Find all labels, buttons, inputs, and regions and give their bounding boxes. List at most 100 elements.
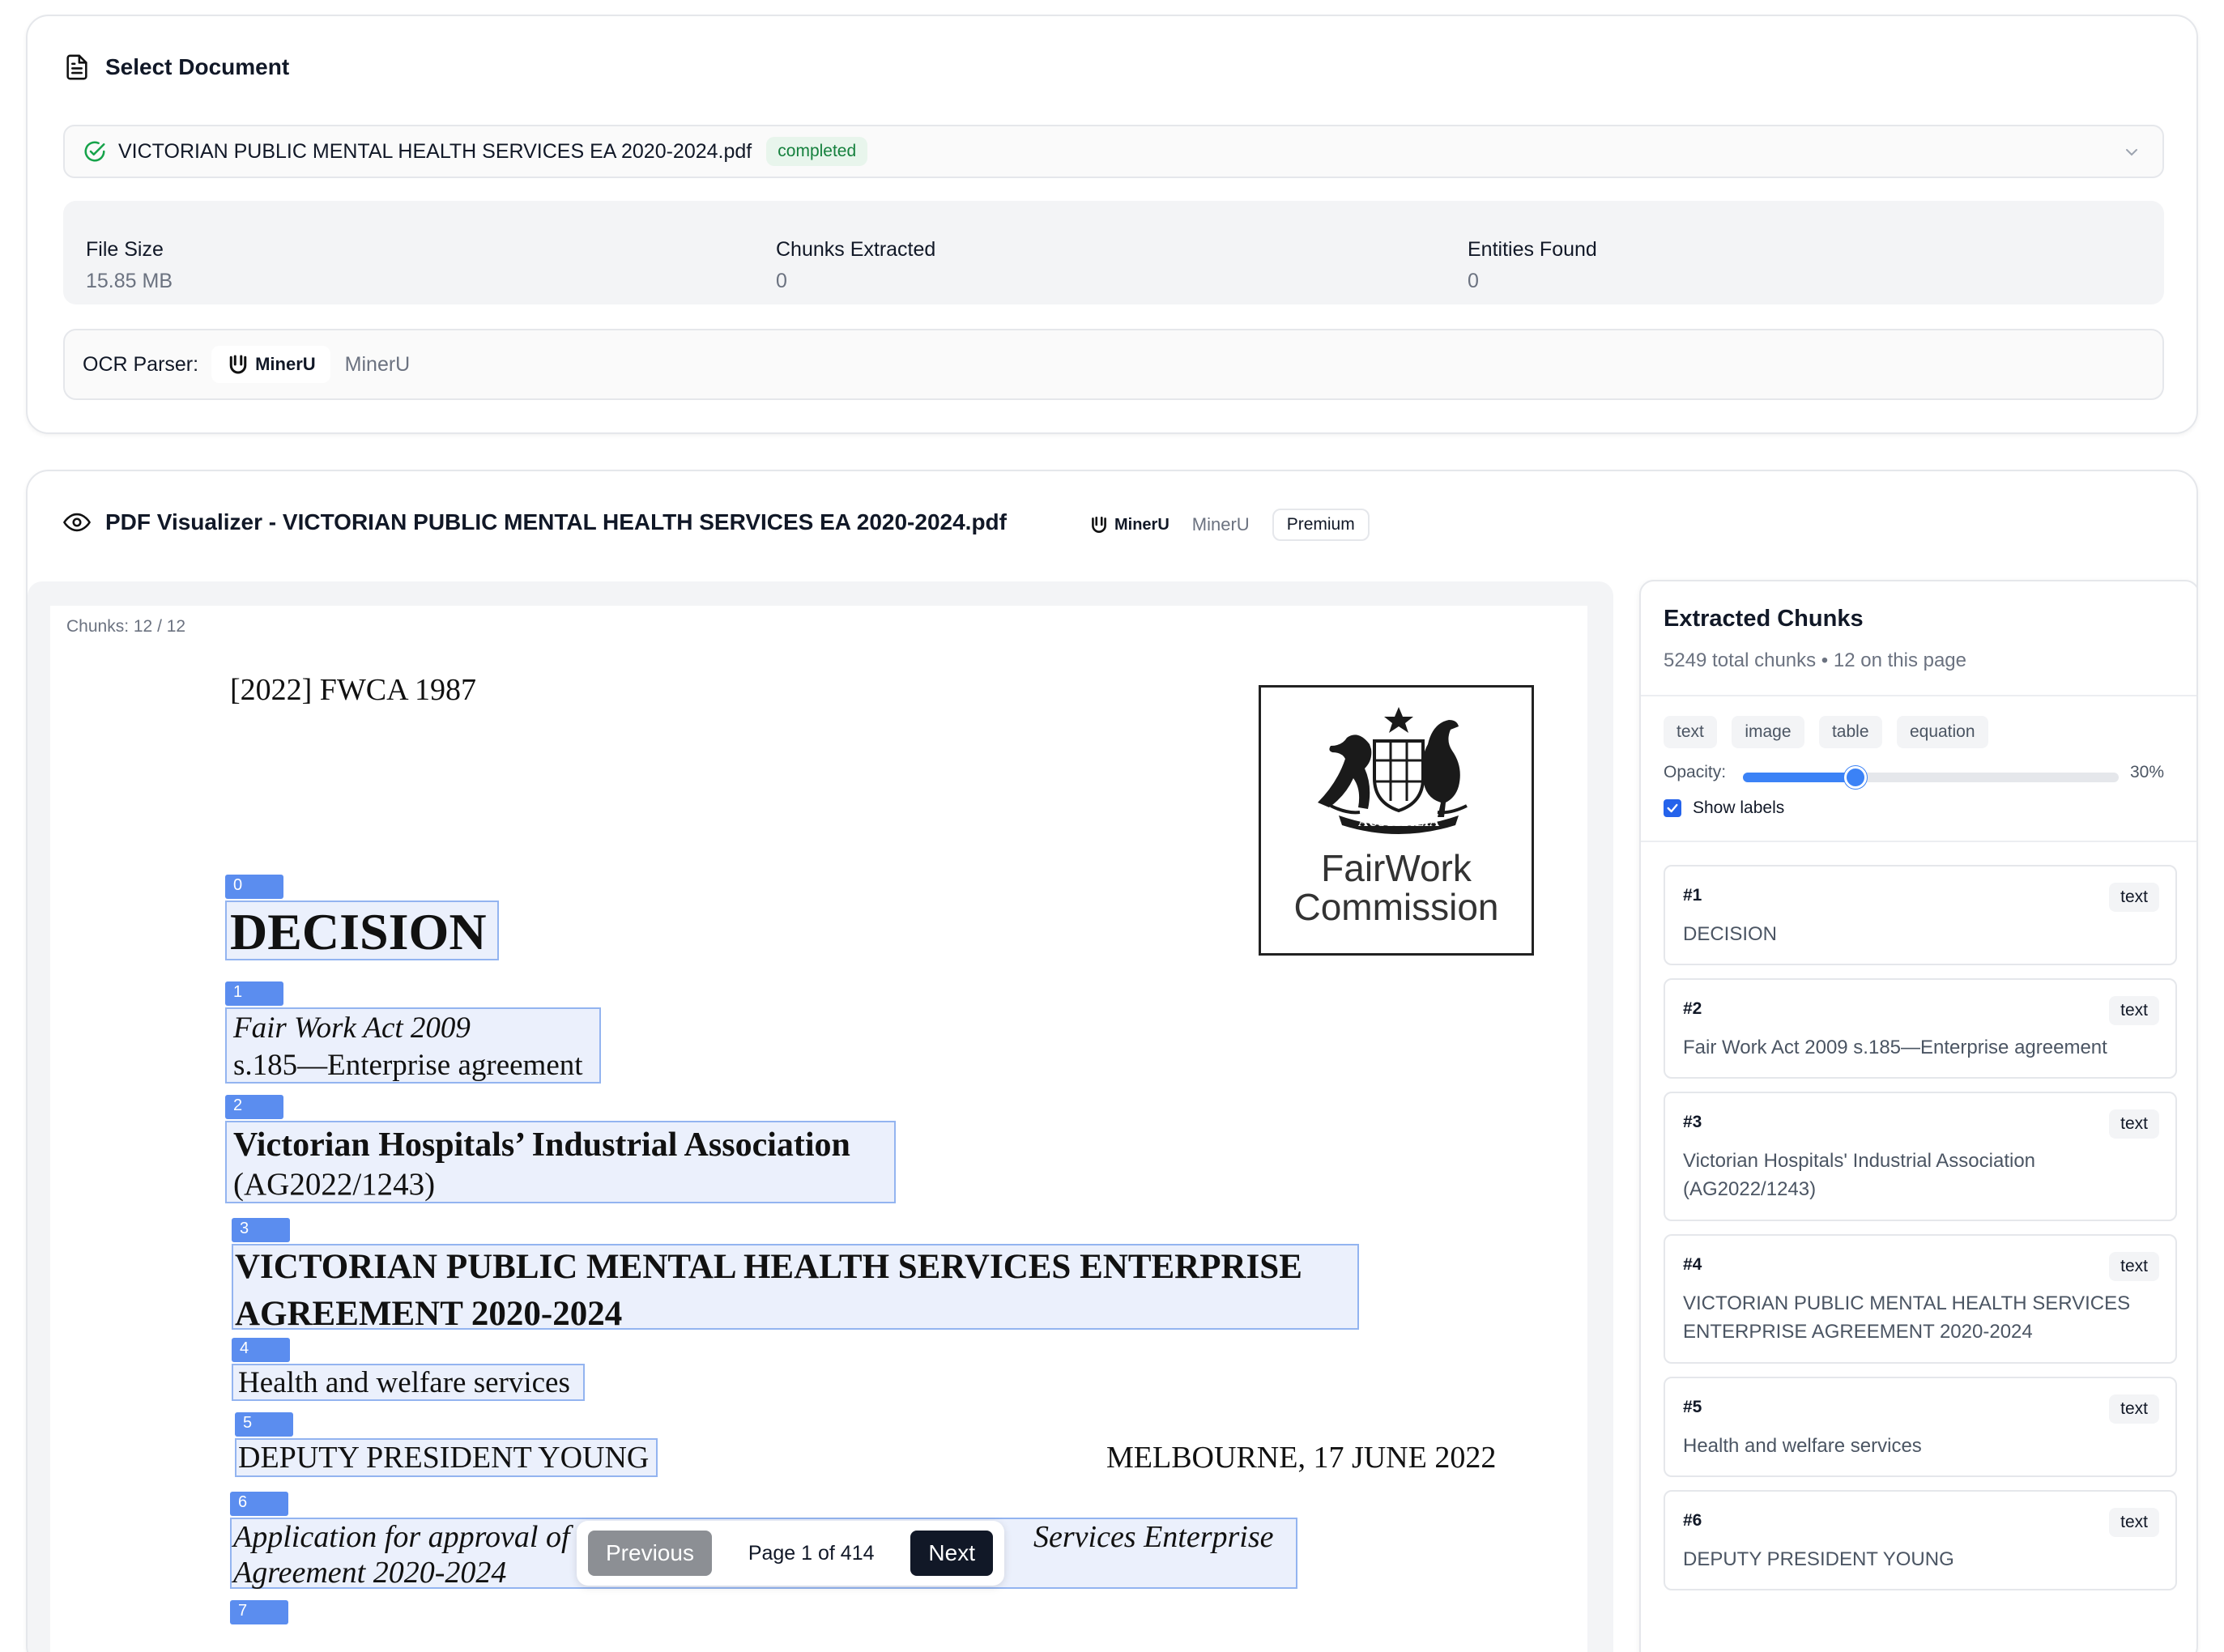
pdf-sector: Health and welfare services [238, 1366, 570, 1399]
visualizer-parser-info: MinerU MinerU Premium [1080, 509, 1370, 541]
chunk-card[interactable]: #4 text VICTORIAN PUBLIC MENTAL HEALTH S… [1664, 1234, 2177, 1364]
opacity-slider-fill [1743, 773, 1856, 782]
mineru-logo-icon [1092, 517, 1106, 533]
stat-label: File Size [86, 238, 164, 261]
chunk-type-badge: text [2109, 1394, 2159, 1424]
stat-value: 15.85 MB [86, 270, 173, 292]
page-indicator: Page 1 of 414 [748, 1541, 875, 1565]
eye-icon [63, 513, 91, 532]
pdf-agreement-line2: AGREEMENT 2020-2024 [235, 1295, 623, 1333]
chunk-card[interactable]: #5 text Health and welfare services [1664, 1377, 2177, 1477]
pdf-assoc-line1: Victorian Hospitals’ Industrial Associat… [233, 1126, 850, 1164]
chunk-number: #6 [1683, 1511, 1702, 1530]
pdf-application-line2: Agreement 2020-2024 [233, 1556, 507, 1590]
stat-value: 0 [776, 270, 787, 292]
pdf-citation: [2022] FWCA 1987 [230, 673, 476, 707]
pdf-assoc-line2: (AG2022/1243) [233, 1167, 436, 1202]
ocr-parser-label: OCR Parser: [83, 352, 199, 376]
previous-page-button[interactable]: Previous [588, 1531, 712, 1576]
fair-work-commission-emblem: AUSTRALIA FairWork Commission [1259, 685, 1534, 956]
chunk-counter: Chunks: 12 / 12 [66, 617, 186, 636]
pdf-viewer[interactable]: Chunks: 12 / 12 [2022] FWCA 1987 AUSTRAL… [28, 581, 1613, 1652]
chunk-type-badge: text [2109, 1252, 2159, 1281]
pdf-visualizer-card: PDF Visualizer - VICTORIAN PUBLIC MENTAL… [26, 470, 2198, 1652]
filter-chip-image[interactable]: image [1732, 716, 1804, 748]
mineru-logo-text: MinerU [1114, 515, 1170, 534]
chunk-text: DEPUTY PRESIDENT YOUNG [1683, 1548, 1954, 1570]
select-document-header: Select Document [63, 53, 289, 81]
chunk-type-badge: text [2109, 996, 2159, 1025]
coat-of-arms-icon: AUSTRALIA [1318, 707, 1468, 834]
chunks-panel-subtitle: 5249 total chunks • 12 on this page [1664, 649, 1967, 671]
chunk-label-tag: 2 [225, 1095, 283, 1119]
stat-chunks-extracted: Chunks Extracted 0 [776, 238, 935, 293]
opacity-slider[interactable] [1743, 766, 2119, 789]
mineru-logo: MinerU [211, 346, 330, 383]
document-select[interactable]: VICTORIAN PUBLIC MENTAL HEALTH SERVICES … [63, 125, 2164, 178]
checkmark-icon [1667, 803, 1678, 813]
emblem-caption-line1: FairWork [1321, 847, 1472, 889]
divider [1641, 695, 2196, 696]
chunk-card[interactable]: #2 text Fair Work Act 2009 s.185—Enterpr… [1664, 978, 2177, 1079]
filter-chip-table[interactable]: table [1818, 716, 1882, 748]
chunk-text: DECISION [1683, 923, 1778, 945]
pdf-application-line1-right: Services Enterprise [1033, 1520, 1274, 1554]
premium-badge: Premium [1272, 509, 1370, 541]
select-document-card: Select Document VICTORIAN PUBLIC MENTAL … [26, 15, 2198, 434]
show-labels-checkbox[interactable] [1664, 799, 1681, 817]
check-circle-icon [84, 141, 105, 162]
mineru-logo-text: MinerU [255, 354, 316, 374]
ocr-parser-row: OCR Parser: MinerU MinerU [63, 329, 2164, 400]
chunk-type-badge: text [2109, 1508, 2159, 1537]
pdf-page: Chunks: 12 / 12 [2022] FWCA 1987 AUSTRAL… [50, 606, 1587, 1652]
selected-document-name: VICTORIAN PUBLIC MENTAL HEALTH SERVICES … [118, 139, 752, 163]
chunk-label-tag: 7 [230, 1600, 288, 1624]
filter-chip-text[interactable]: text [1664, 716, 1717, 748]
chunk-text: Health and welfare services [1683, 1435, 1922, 1457]
emblem-caption-line2: Commission [1293, 886, 1499, 928]
stat-entities-found: Entities Found 0 [1468, 238, 1597, 293]
chunk-label-tag: 5 [235, 1412, 293, 1437]
chunk-type-badge: text [2109, 883, 2159, 912]
chunk-label-tag: 6 [230, 1492, 288, 1516]
chunk-text: Fair Work Act 2009 s.185—Enterprise agre… [1683, 1037, 2107, 1058]
opacity-control: Opacity: 30% [1664, 763, 2182, 789]
chunk-type-filters: text image table equation [1664, 716, 2000, 748]
select-document-title: Select Document [105, 54, 290, 79]
chunk-number: #1 [1683, 886, 1702, 905]
chunk-text: VICTORIAN PUBLIC MENTAL HEALTH SERVICES … [1683, 1292, 2131, 1343]
chevron-down-icon[interactable] [2122, 143, 2141, 162]
chunk-card[interactable]: #3 text Victorian Hospitals' Industrial … [1664, 1092, 2177, 1221]
document-icon [66, 54, 87, 80]
chunk-card[interactable]: #1 text DECISION [1664, 865, 2177, 965]
chunk-label-tag: 0 [225, 875, 283, 899]
parser-name: MinerU [1191, 514, 1250, 534]
next-page-button[interactable]: Next [910, 1531, 993, 1576]
document-stats: File Size 15.85 MB Chunks Extracted 0 En… [63, 201, 2164, 304]
chunk-label-tag: 3 [232, 1218, 290, 1242]
chunk-type-badge: text [2109, 1109, 2159, 1139]
chunk-number: #2 [1683, 999, 1702, 1018]
pdf-member: DEPUTY PRESIDENT YOUNG [238, 1441, 650, 1475]
chunk-card[interactable]: #6 text DEPUTY PRESIDENT YOUNG [1664, 1490, 2177, 1590]
chunks-panel-title: Extracted Chunks [1664, 606, 1864, 632]
opacity-slider-handle[interactable] [1844, 766, 1868, 789]
show-labels-row[interactable]: Show labels [1664, 798, 1784, 818]
opacity-label: Opacity: [1664, 763, 1727, 781]
emblem-banner: AUSTRALIA [1358, 814, 1440, 829]
chunk-text: Victorian Hospitals' Industrial Associat… [1683, 1150, 2036, 1200]
chunk-label-tag: 4 [232, 1338, 290, 1362]
divider [1641, 841, 2196, 842]
show-labels-text: Show labels [1693, 798, 1785, 817]
parser-name: MinerU [344, 352, 411, 376]
stat-file-size: File Size 15.85 MB [86, 238, 173, 293]
filter-chip-equation[interactable]: equation [1896, 716, 1988, 748]
pdf-place-date: MELBOURNE, 17 JUNE 2022 [1106, 1441, 1497, 1475]
extracted-chunks-panel: Extracted Chunks 5249 total chunks • 12 … [1639, 580, 2196, 1652]
pdf-application-line1-left: Application for approval of th [233, 1520, 602, 1554]
visualizer-title: PDF Visualizer - VICTORIAN PUBLIC MENTAL… [105, 509, 1007, 534]
opacity-value: 30% [2130, 763, 2165, 781]
stat-label: Entities Found [1468, 238, 1597, 261]
visualizer-header: PDF Visualizer - VICTORIAN PUBLIC MENTAL… [63, 509, 1007, 536]
chunk-number: #4 [1683, 1255, 1702, 1274]
